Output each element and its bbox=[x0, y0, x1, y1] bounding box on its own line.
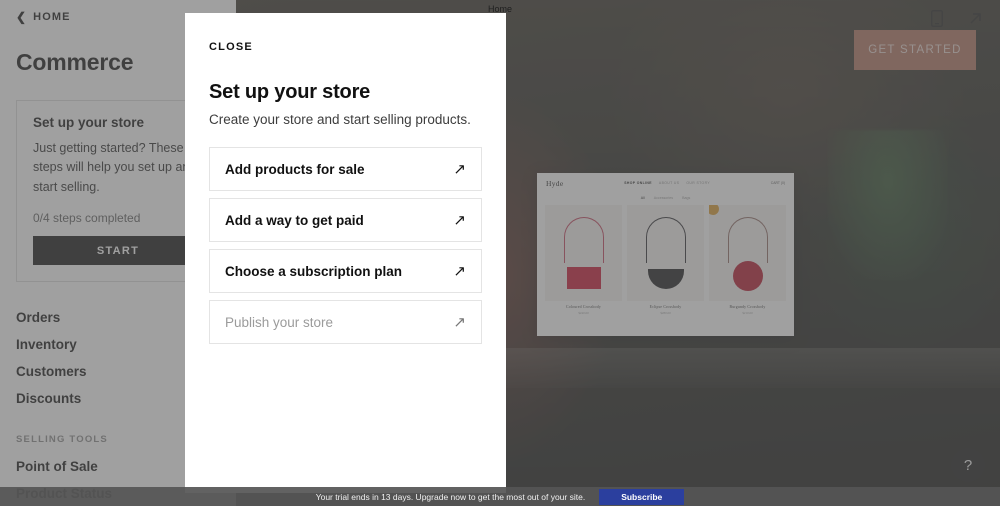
step-add-payment[interactable]: Add a way to get paid ↗ bbox=[209, 198, 482, 242]
arrow-up-right-icon: ↗ bbox=[453, 313, 466, 331]
step-add-products[interactable]: Add products for sale ↗ bbox=[209, 147, 482, 191]
arrow-up-right-icon: ↗ bbox=[453, 211, 466, 229]
step-label: Choose a subscription plan bbox=[225, 263, 403, 279]
step-label: Add a way to get paid bbox=[225, 212, 364, 228]
site-home-label: Home bbox=[487, 4, 512, 14]
step-choose-plan[interactable]: Choose a subscription plan ↗ bbox=[209, 249, 482, 293]
step-label: Add products for sale bbox=[225, 161, 365, 177]
arrow-up-right-icon: ↗ bbox=[453, 160, 466, 178]
modal-subtitle: Create your store and start selling prod… bbox=[209, 112, 471, 127]
app-root: GET STARTED ? Hyde SHOP ONLINE ABOUT US … bbox=[0, 0, 1000, 506]
step-label: Publish your store bbox=[225, 314, 334, 330]
arrow-up-right-icon: ↗ bbox=[453, 262, 466, 280]
setup-store-modal: CLOSE Set up your store Create your stor… bbox=[185, 13, 506, 493]
setup-steps-list: Add products for sale ↗ Add a way to get… bbox=[209, 147, 482, 344]
modal-close-button[interactable]: CLOSE bbox=[209, 41, 253, 53]
step-publish-store[interactable]: Publish your store ↗ bbox=[209, 300, 482, 344]
trial-message: Your trial ends in 13 days. Upgrade now … bbox=[315, 491, 586, 502]
trial-banner: Your trial ends in 13 days. Upgrade now … bbox=[0, 487, 1000, 506]
modal-title: Set up your store bbox=[209, 81, 371, 103]
subscribe-button[interactable]: Subscribe bbox=[599, 488, 685, 505]
